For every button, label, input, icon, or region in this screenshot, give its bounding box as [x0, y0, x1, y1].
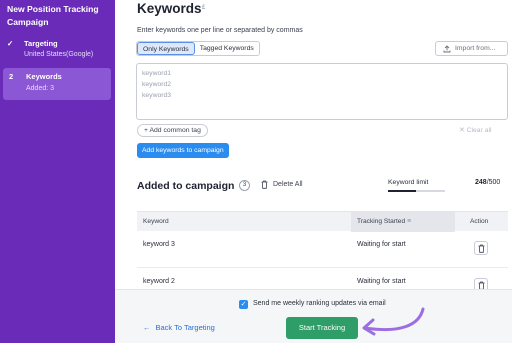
- keyword-cell: keyword 3: [143, 241, 175, 248]
- sidebar-title: New Position Tracking Campaign: [7, 4, 99, 27]
- status-cell: Waiting for start: [357, 241, 406, 248]
- added-count-badge: 3: [239, 180, 250, 191]
- trash-icon[interactable]: [261, 180, 268, 189]
- keyword-limit-label: Keyword limit: [388, 179, 429, 186]
- keyword-limit-bar: [388, 190, 445, 192]
- column-label: Tracking Started: [357, 218, 406, 225]
- placeholder-line: keyword3: [142, 92, 172, 99]
- limit-total: /500: [486, 179, 501, 186]
- tab-only-keywords[interactable]: Only Keywords: [137, 42, 195, 55]
- keyword-limit-value: 248/500: [475, 179, 500, 186]
- status-cell: Waiting for start: [357, 278, 406, 285]
- placeholder-line: keyword2: [142, 81, 172, 88]
- tab-tagged-keywords[interactable]: Tagged Keywords: [194, 42, 259, 55]
- keyword-mode-tabs: Only Keywords Tagged Keywords: [136, 41, 260, 56]
- clear-all-button[interactable]: ✕ Clear all: [459, 126, 492, 134]
- sidebar-step-keywords[interactable]: 2 Keywords Added: 3: [3, 68, 111, 100]
- added-section-title: Added to campaign: [137, 180, 235, 192]
- column-header-tracking-started[interactable]: Tracking Started ≡: [351, 212, 455, 232]
- keywords-textarea[interactable]: keyword1 keyword2 keyword3: [136, 63, 508, 120]
- import-label: Import from...: [455, 45, 496, 52]
- step-sub: United States(Google): [24, 51, 94, 58]
- column-header-keyword: Keyword: [143, 218, 169, 225]
- main-panel: Keywords £ Enter keywords one per line o…: [115, 0, 512, 343]
- arrow-left-icon: ←: [143, 323, 151, 332]
- title-superscript: £: [202, 5, 206, 11]
- close-icon: ✕: [459, 127, 465, 134]
- delete-all-button[interactable]: Delete All: [273, 181, 303, 188]
- step-label: Targeting: [24, 39, 58, 48]
- check-icon: ✓: [7, 39, 14, 48]
- footer-bar: ✓ Send me weekly ranking updates via ema…: [115, 289, 512, 343]
- sidebar: New Position Tracking Campaign ✓ Targeti…: [0, 0, 115, 343]
- clear-all-label: Clear all: [466, 127, 492, 134]
- import-button[interactable]: Import from...: [435, 41, 508, 56]
- trash-icon: [478, 244, 485, 253]
- keyword-limit-fill: [388, 190, 417, 192]
- table-row: keyword 3 Waiting for start: [137, 231, 508, 268]
- annotation-arrow: [362, 307, 425, 336]
- step-label: Keywords: [26, 72, 62, 81]
- sidebar-step-targeting[interactable]: ✓ Targeting United States(Google): [0, 37, 115, 65]
- column-header-action: Action: [470, 218, 489, 225]
- step-sub: Added: 3: [26, 85, 55, 92]
- table-header: Keyword Tracking Started ≡ Action: [137, 211, 508, 232]
- keyword-cell: keyword 2: [143, 278, 175, 285]
- add-common-tag-button[interactable]: + Add common tag: [137, 124, 208, 137]
- email-updates-checkbox[interactable]: ✓: [239, 300, 248, 309]
- limit-used: 248: [475, 179, 487, 186]
- back-to-targeting-link[interactable]: ← Back To Targeting: [143, 323, 215, 332]
- start-tracking-button[interactable]: Start Tracking: [286, 317, 358, 339]
- step-number: 2: [9, 72, 14, 81]
- page-title: Keywords: [137, 1, 202, 16]
- delete-row-button[interactable]: [474, 241, 488, 255]
- back-label: Back To Targeting: [155, 323, 215, 332]
- placeholder-line: keyword1: [142, 70, 172, 77]
- upload-icon: [443, 44, 451, 52]
- sort-icon: ≡: [406, 218, 412, 225]
- instructions-text: Enter keywords one per line or separated…: [137, 27, 303, 34]
- add-keywords-button[interactable]: Add keywords to campaign: [137, 143, 229, 158]
